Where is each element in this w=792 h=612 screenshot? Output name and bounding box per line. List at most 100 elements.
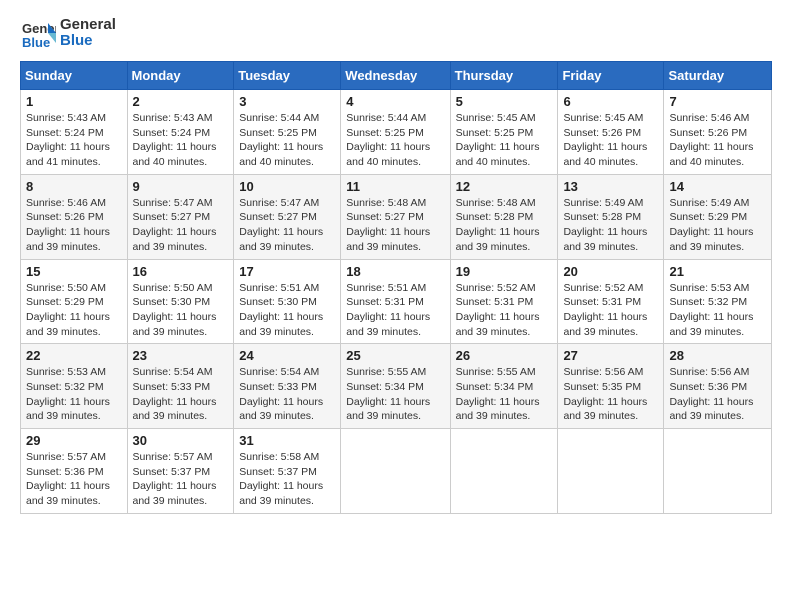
day-number: 5 <box>456 94 553 109</box>
day-detail: Sunrise: 5:43 AM Sunset: 5:24 PM Dayligh… <box>133 111 229 170</box>
calendar-cell: 20 Sunrise: 5:52 AM Sunset: 5:31 PM Dayli… <box>558 259 664 344</box>
calendar-week-row: 15 Sunrise: 5:50 AM Sunset: 5:29 PM Dayli… <box>21 259 772 344</box>
calendar-week-row: 29 Sunrise: 5:57 AM Sunset: 5:36 PM Dayli… <box>21 429 772 514</box>
day-detail: Sunrise: 5:45 AM Sunset: 5:26 PM Dayligh… <box>563 111 658 170</box>
calendar-cell: 6 Sunrise: 5:45 AM Sunset: 5:26 PM Daylig… <box>558 90 664 175</box>
day-detail: Sunrise: 5:57 AM Sunset: 5:37 PM Dayligh… <box>133 450 229 509</box>
calendar-cell: 27 Sunrise: 5:56 AM Sunset: 5:35 PM Dayli… <box>558 344 664 429</box>
col-header-wednesday: Wednesday <box>341 62 450 90</box>
day-number: 25 <box>346 348 444 363</box>
day-detail: Sunrise: 5:50 AM Sunset: 5:30 PM Dayligh… <box>133 281 229 340</box>
day-detail: Sunrise: 5:54 AM Sunset: 5:33 PM Dayligh… <box>239 365 335 424</box>
day-detail: Sunrise: 5:54 AM Sunset: 5:33 PM Dayligh… <box>133 365 229 424</box>
day-number: 23 <box>133 348 229 363</box>
calendar-cell: 10Sunrise: 5:47 AM Sunset: 5:27 PM Dayli… <box>234 174 341 259</box>
day-number: 24 <box>239 348 335 363</box>
day-detail: Sunrise: 5:47 AM Sunset: 5:27 PM Dayligh… <box>133 196 229 255</box>
day-detail: Sunrise: 5:48 AM Sunset: 5:28 PM Dayligh… <box>456 196 553 255</box>
day-detail: Sunrise: 5:52 AM Sunset: 5:31 PM Dayligh… <box>563 281 658 340</box>
day-detail: Sunrise: 5:46 AM Sunset: 5:26 PM Dayligh… <box>26 196 122 255</box>
calendar-cell: 31 Sunrise: 5:58 AM Sunset: 5:37 PM Dayli… <box>234 429 341 514</box>
calendar-cell: 17Sunrise: 5:51 AM Sunset: 5:30 PM Dayli… <box>234 259 341 344</box>
day-number: 16 <box>133 264 229 279</box>
day-number: 2 <box>133 94 229 109</box>
col-header-saturday: Saturday <box>664 62 772 90</box>
calendar-cell: 19Sunrise: 5:52 AM Sunset: 5:31 PM Dayli… <box>450 259 558 344</box>
calendar-week-row: 22Sunrise: 5:53 AM Sunset: 5:32 PM Dayli… <box>21 344 772 429</box>
day-number: 19 <box>456 264 553 279</box>
day-number: 27 <box>563 348 658 363</box>
day-number: 1 <box>26 94 122 109</box>
day-detail: Sunrise: 5:49 AM Sunset: 5:28 PM Dayligh… <box>563 196 658 255</box>
calendar-cell: 30 Sunrise: 5:57 AM Sunset: 5:37 PM Dayli… <box>127 429 234 514</box>
logo: General Blue General Blue <box>20 15 116 51</box>
day-number: 12 <box>456 179 553 194</box>
logo-general: General <box>60 17 116 34</box>
calendar-cell <box>341 429 450 514</box>
day-detail: Sunrise: 5:44 AM Sunset: 5:25 PM Dayligh… <box>239 111 335 170</box>
calendar-cell: 1 Sunrise: 5:43 AM Sunset: 5:24 PM Daylig… <box>21 90 128 175</box>
calendar-cell: 28Sunrise: 5:56 AM Sunset: 5:36 PM Dayli… <box>664 344 772 429</box>
calendar-cell: 21 Sunrise: 5:53 AM Sunset: 5:32 PM Dayli… <box>664 259 772 344</box>
day-detail: Sunrise: 5:56 AM Sunset: 5:36 PM Dayligh… <box>669 365 766 424</box>
calendar-cell: 25 Sunrise: 5:55 AM Sunset: 5:34 PM Dayli… <box>341 344 450 429</box>
calendar-cell: 13 Sunrise: 5:49 AM Sunset: 5:28 PM Dayli… <box>558 174 664 259</box>
page-header: General Blue General Blue <box>20 15 772 51</box>
calendar-cell: 8 Sunrise: 5:46 AM Sunset: 5:26 PM Daylig… <box>21 174 128 259</box>
day-detail: Sunrise: 5:50 AM Sunset: 5:29 PM Dayligh… <box>26 281 122 340</box>
calendar-cell: 4 Sunrise: 5:44 AM Sunset: 5:25 PM Daylig… <box>341 90 450 175</box>
day-detail: Sunrise: 5:57 AM Sunset: 5:36 PM Dayligh… <box>26 450 122 509</box>
calendar-cell: 26 Sunrise: 5:55 AM Sunset: 5:34 PM Dayli… <box>450 344 558 429</box>
day-number: 11 <box>346 179 444 194</box>
calendar-cell: 2 Sunrise: 5:43 AM Sunset: 5:24 PM Daylig… <box>127 90 234 175</box>
day-detail: Sunrise: 5:53 AM Sunset: 5:32 PM Dayligh… <box>669 281 766 340</box>
day-detail: Sunrise: 5:49 AM Sunset: 5:29 PM Dayligh… <box>669 196 766 255</box>
day-number: 14 <box>669 179 766 194</box>
calendar-cell: 7Sunrise: 5:46 AM Sunset: 5:26 PM Daylig… <box>664 90 772 175</box>
day-detail: Sunrise: 5:51 AM Sunset: 5:30 PM Dayligh… <box>239 281 335 340</box>
day-detail: Sunrise: 5:55 AM Sunset: 5:34 PM Dayligh… <box>456 365 553 424</box>
calendar-cell: 9Sunrise: 5:47 AM Sunset: 5:27 PM Daylig… <box>127 174 234 259</box>
day-detail: Sunrise: 5:58 AM Sunset: 5:37 PM Dayligh… <box>239 450 335 509</box>
day-detail: Sunrise: 5:56 AM Sunset: 5:35 PM Dayligh… <box>563 365 658 424</box>
day-detail: Sunrise: 5:46 AM Sunset: 5:26 PM Dayligh… <box>669 111 766 170</box>
calendar-cell: 16 Sunrise: 5:50 AM Sunset: 5:30 PM Dayli… <box>127 259 234 344</box>
col-header-thursday: Thursday <box>450 62 558 90</box>
day-number: 15 <box>26 264 122 279</box>
calendar-table: SundayMondayTuesdayWednesdayThursdayFrid… <box>20 61 772 514</box>
day-number: 3 <box>239 94 335 109</box>
col-header-monday: Monday <box>127 62 234 90</box>
day-detail: Sunrise: 5:43 AM Sunset: 5:24 PM Dayligh… <box>26 111 122 170</box>
day-detail: Sunrise: 5:55 AM Sunset: 5:34 PM Dayligh… <box>346 365 444 424</box>
day-number: 31 <box>239 433 335 448</box>
day-detail: Sunrise: 5:53 AM Sunset: 5:32 PM Dayligh… <box>26 365 122 424</box>
day-number: 20 <box>563 264 658 279</box>
calendar-cell: 14 Sunrise: 5:49 AM Sunset: 5:29 PM Dayli… <box>664 174 772 259</box>
calendar-cell: 3 Sunrise: 5:44 AM Sunset: 5:25 PM Daylig… <box>234 90 341 175</box>
day-detail: Sunrise: 5:44 AM Sunset: 5:25 PM Dayligh… <box>346 111 444 170</box>
calendar-cell: 5 Sunrise: 5:45 AM Sunset: 5:25 PM Daylig… <box>450 90 558 175</box>
day-number: 30 <box>133 433 229 448</box>
svg-text:Blue: Blue <box>22 35 50 50</box>
day-number: 6 <box>563 94 658 109</box>
day-number: 13 <box>563 179 658 194</box>
day-number: 29 <box>26 433 122 448</box>
day-number: 10 <box>239 179 335 194</box>
calendar-cell: 22Sunrise: 5:53 AM Sunset: 5:32 PM Dayli… <box>21 344 128 429</box>
day-detail: Sunrise: 5:45 AM Sunset: 5:25 PM Dayligh… <box>456 111 553 170</box>
day-number: 8 <box>26 179 122 194</box>
calendar-cell: 15 Sunrise: 5:50 AM Sunset: 5:29 PM Dayli… <box>21 259 128 344</box>
calendar-body: 1 Sunrise: 5:43 AM Sunset: 5:24 PM Daylig… <box>21 90 772 514</box>
calendar-cell: 29 Sunrise: 5:57 AM Sunset: 5:36 PM Dayli… <box>21 429 128 514</box>
logo-icon: General Blue <box>20 15 56 51</box>
calendar-week-row: 1 Sunrise: 5:43 AM Sunset: 5:24 PM Daylig… <box>21 90 772 175</box>
day-number: 21 <box>669 264 766 279</box>
day-detail: Sunrise: 5:51 AM Sunset: 5:31 PM Dayligh… <box>346 281 444 340</box>
col-header-tuesday: Tuesday <box>234 62 341 90</box>
calendar-week-row: 8 Sunrise: 5:46 AM Sunset: 5:26 PM Daylig… <box>21 174 772 259</box>
calendar-cell: 18Sunrise: 5:51 AM Sunset: 5:31 PM Dayli… <box>341 259 450 344</box>
logo-blue: Blue <box>60 33 116 50</box>
day-number: 4 <box>346 94 444 109</box>
day-number: 26 <box>456 348 553 363</box>
day-detail: Sunrise: 5:48 AM Sunset: 5:27 PM Dayligh… <box>346 196 444 255</box>
